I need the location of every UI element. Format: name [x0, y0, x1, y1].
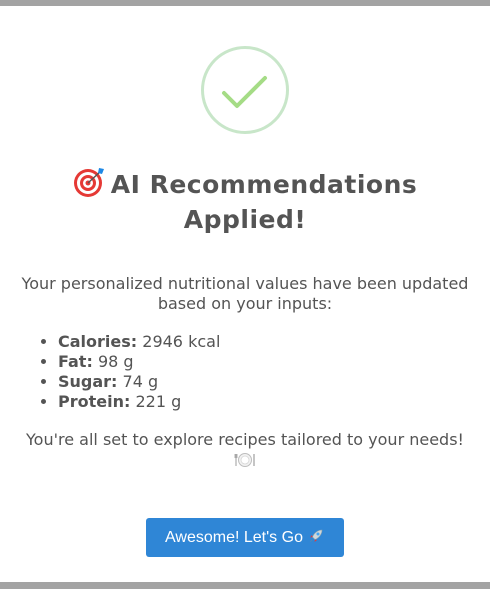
list-item: Calories: 2946 kcal: [58, 332, 220, 352]
direct-hit-target-icon: [73, 168, 104, 197]
list-item: Fat: 98 g: [58, 352, 220, 372]
nutrient-value: 74 g: [122, 372, 159, 391]
confirm-button-label: Awesome! Let's Go: [165, 529, 303, 546]
nutrient-value: 98 g: [97, 352, 134, 371]
closing-text: You're all set to explore recipes tailor…: [26, 430, 464, 449]
nutrient-label: Calories:: [58, 332, 138, 351]
confirm-button[interactable]: Awesome! Let's Go: [146, 518, 344, 557]
top-frame-bar: [0, 0, 490, 6]
nutrient-label: Sugar:: [58, 372, 118, 391]
list-item: Sugar: 74 g: [58, 372, 220, 392]
nutrient-label: Protein:: [58, 392, 131, 411]
nutrient-value: 2946 kcal: [142, 332, 221, 351]
nutrient-label: Fat:: [58, 352, 93, 371]
checkmark-icon: [222, 76, 267, 108]
dialog-title-line2: Applied!: [183, 205, 307, 234]
rocket-icon: [309, 529, 323, 543]
dialog-title-line1: AI Recommendations: [110, 170, 418, 199]
success-check-icon: [201, 46, 289, 134]
bottom-frame-bar: [0, 582, 490, 589]
intro-text: Your personalized nutritional values hav…: [21, 274, 469, 313]
plate-icon: [234, 453, 255, 467]
list-item: Protein: 221 g: [58, 392, 220, 412]
nutrient-list: Calories: 2946 kcal Fat: 98 g Sugar: 74 …: [40, 332, 220, 412]
nutrient-value: 221 g: [135, 392, 182, 411]
dialog-title: AI Recommendations Applied!: [0, 166, 490, 237]
page: AI Recommendations Applied! Your persona…: [0, 0, 490, 589]
